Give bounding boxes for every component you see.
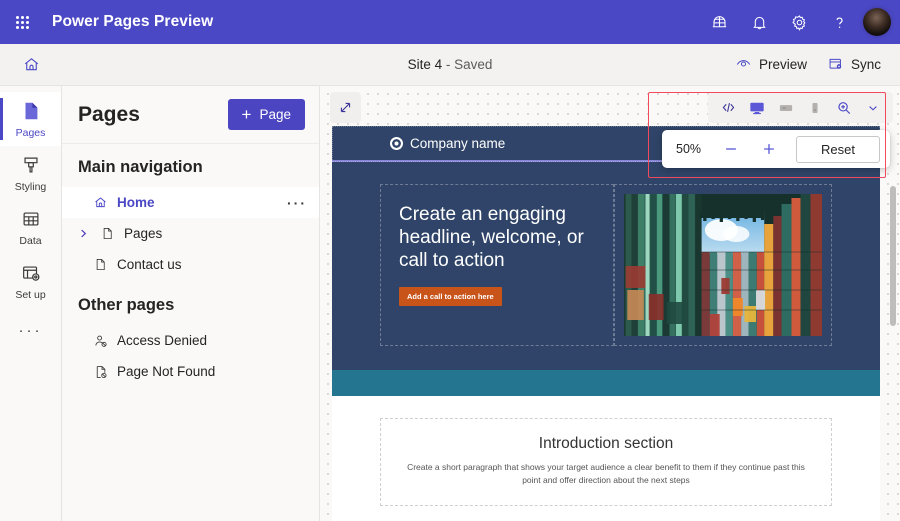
add-page-button[interactable]: + Page — [227, 99, 305, 130]
hero-photo — [624, 194, 822, 336]
sync-icon — [827, 55, 844, 75]
site-title-separator: - — [445, 57, 451, 72]
file-icon — [99, 226, 116, 241]
preview-button[interactable]: Preview — [726, 50, 816, 80]
sidebar-item-label: Pages — [15, 126, 46, 139]
sync-label: Sync — [850, 57, 881, 72]
pages-panel-header: Pages + Page — [62, 86, 319, 144]
file-blocked-icon — [92, 364, 109, 380]
hero-image-block[interactable] — [614, 184, 832, 346]
nav-item-page-not-found[interactable]: Page Not Found — [62, 356, 319, 387]
page-icon — [20, 100, 42, 125]
file-icon — [92, 257, 109, 272]
tablet-icon[interactable] — [773, 95, 799, 121]
expand-diagonal-icon[interactable] — [330, 92, 361, 123]
pages-panel: Pages + Page Main navigation Home ··· Pa… — [62, 86, 320, 521]
nav-item-label: Pages — [124, 226, 163, 241]
chevron-right-icon[interactable] — [75, 228, 91, 239]
intro-box[interactable]: Introduction section Create a short para… — [380, 418, 832, 507]
group-title-other-pages: Other pages — [78, 296, 175, 314]
mobile-icon[interactable] — [802, 95, 828, 121]
company-logo-icon — [390, 136, 403, 150]
zoom-level-value: 50% — [676, 142, 702, 156]
app-title: Power Pages Preview — [52, 13, 214, 30]
add-page-label: Page — [259, 107, 291, 122]
left-nav-rail: Pages Styling Data Set up ··· — [0, 86, 62, 521]
zoom-in-button[interactable] — [756, 136, 782, 162]
nav-item-label: Home — [117, 195, 155, 210]
sync-button[interactable]: Sync — [818, 50, 890, 80]
zoom-out-button[interactable] — [718, 136, 744, 162]
nav-item-label: Page Not Found — [117, 364, 216, 379]
company-name-text: Company name — [410, 135, 506, 151]
nav-item-access-denied[interactable]: Access Denied — [62, 325, 319, 356]
sidebar-item-styling[interactable]: Styling — [0, 146, 61, 200]
site-name: Site 4 — [407, 57, 443, 72]
sidebar-item-data[interactable]: Data — [0, 200, 61, 254]
power-pages-preview-app: Power Pages Preview Site 4 - Saved Previ… — [0, 0, 900, 521]
site-command-actions: Preview Sync — [726, 50, 900, 80]
sidebar-item-setup[interactable]: Set up — [0, 254, 61, 308]
sidebar-item-pages[interactable]: Pages — [0, 92, 61, 146]
hero-text-block[interactable]: Create an engaging headline, welcome, or… — [380, 184, 614, 346]
preview-intro-section[interactable]: Introduction section Create a short para… — [332, 396, 880, 521]
preview-accent-band — [332, 370, 880, 396]
code-view-icon[interactable] — [715, 95, 741, 121]
save-state: Saved — [454, 57, 493, 72]
pages-panel-body: Main navigation Home ··· Pages Contact u… — [62, 144, 319, 387]
page-title: Pages — [78, 102, 140, 126]
nav-item-contact-us[interactable]: Contact us — [62, 249, 319, 280]
question-icon[interactable] — [819, 0, 859, 44]
table-icon — [20, 208, 42, 233]
paintbrush-icon — [20, 154, 42, 179]
top-header-bar: Power Pages Preview — [0, 0, 900, 44]
site-page-preview: Company name Create an engaging headline… — [332, 126, 880, 521]
nav-item-pages[interactable]: Pages — [62, 218, 319, 249]
home-icon — [92, 195, 109, 210]
chevron-down-icon[interactable] — [860, 95, 886, 121]
hero-headline: Create an engaging headline, welcome, or… — [399, 204, 584, 272]
zoom-popover: 50% Reset — [662, 130, 890, 168]
intro-text: Create a short paragraph that shows your… — [407, 462, 805, 486]
zoom-icon[interactable] — [831, 95, 857, 121]
nav-item-home[interactable]: Home ··· — [62, 187, 319, 218]
site-command-bar: Site 4 - Saved Preview Sync — [0, 44, 900, 86]
nav-item-label: Contact us — [117, 257, 182, 272]
preview-hero-section[interactable]: Create an engaging headline, welcome, or… — [332, 162, 880, 370]
app-launcher-button[interactable] — [0, 15, 44, 29]
cta-button[interactable]: Add a call to action here — [399, 286, 502, 306]
sidebar-more-button[interactable]: ··· — [0, 308, 61, 354]
sidebar-item-label: Styling — [14, 180, 47, 193]
plus-icon: + — [241, 104, 252, 124]
bell-icon[interactable] — [739, 0, 779, 44]
reset-zoom-button[interactable]: Reset — [796, 135, 880, 163]
setup-icon — [20, 262, 42, 287]
person-blocked-icon — [92, 333, 109, 349]
home-icon[interactable] — [0, 44, 62, 86]
sidebar-item-label: Data — [19, 234, 42, 247]
top-header-actions — [699, 0, 900, 44]
device-preview-toolbar — [708, 92, 893, 123]
preview-label: Preview — [758, 57, 807, 72]
eye-icon — [735, 55, 752, 75]
avatar[interactable] — [863, 8, 891, 36]
gear-icon[interactable] — [779, 0, 819, 44]
portal-globe-icon[interactable] — [699, 0, 739, 44]
sidebar-item-label: Set up — [15, 288, 46, 301]
intro-title: Introduction section — [538, 435, 674, 452]
desktop-icon[interactable] — [744, 95, 770, 121]
nav-item-label: Access Denied — [117, 333, 208, 348]
canvas-scrollbar-thumb[interactable] — [890, 186, 896, 326]
group-title-main-navigation: Main navigation — [78, 158, 203, 176]
waffle-grid-icon — [15, 15, 29, 29]
design-canvas: 50% Reset Company name Create an engagin… — [320, 86, 900, 521]
